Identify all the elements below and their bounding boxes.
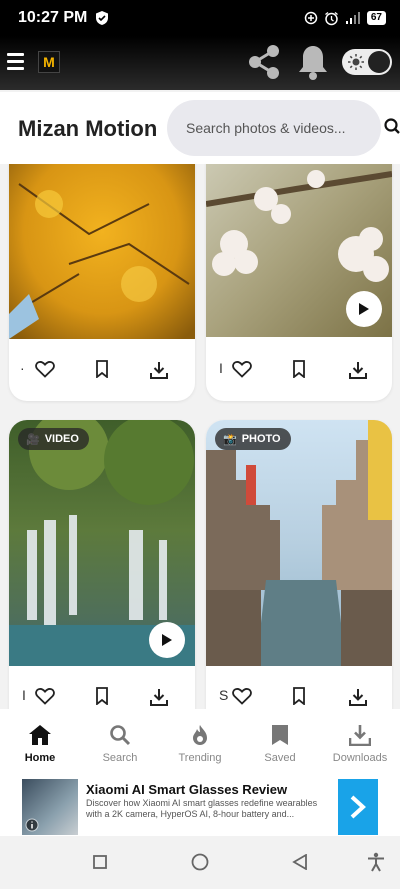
toggle-knob — [368, 51, 390, 73]
nav-label: Search — [102, 752, 138, 764]
nav-home[interactable]: Home — [0, 709, 80, 779]
nav-label: Home — [24, 752, 56, 764]
search-placeholder: Search photos & videos... — [186, 120, 346, 136]
photo-badge: 📸 PHOTO — [215, 428, 291, 450]
play-icon — [162, 634, 172, 646]
bookmark-icon[interactable] — [95, 360, 109, 378]
badge-label: VIDEO — [44, 433, 79, 445]
back-icon[interactable] — [292, 854, 308, 870]
card-caption: · — [20, 360, 25, 376]
system-navigation-bar — [0, 836, 400, 889]
media-feed[interactable]: · I 🎥 VIDEO I 📸 PHOTO S — [0, 164, 400, 709]
card-caption: S — [219, 687, 229, 703]
download-icon[interactable] — [149, 687, 169, 707]
shield-icon — [96, 11, 109, 25]
card-actions: I — [9, 666, 195, 709]
search-input[interactable]: Search photos & videos... — [167, 100, 381, 156]
theme-toggle[interactable] — [342, 49, 392, 75]
play-icon — [359, 303, 369, 315]
card-actions: · — [9, 339, 195, 401]
heart-icon[interactable] — [35, 687, 55, 705]
badge-label: PHOTO — [241, 433, 281, 445]
search-icon — [110, 725, 131, 746]
home-circle-icon[interactable] — [191, 853, 209, 871]
bookmark-icon[interactable] — [292, 360, 306, 378]
bookmark-icon[interactable] — [292, 687, 306, 705]
media-card[interactable]: I — [206, 164, 392, 401]
chevron-right-icon — [350, 795, 366, 819]
nav-trending[interactable]: Trending — [160, 709, 240, 779]
play-button[interactable] — [149, 622, 185, 658]
ad-title[interactable]: Xiaomi AI Smart Glasses Review — [86, 782, 287, 797]
autumn-leaves-image[interactable] — [9, 164, 195, 339]
nav-saved[interactable]: Saved — [240, 709, 320, 779]
nav-label: Downloads — [332, 752, 388, 764]
nav-downloads[interactable]: Downloads — [320, 709, 400, 779]
header: Mizan Motion Search photos & videos... — [0, 92, 400, 164]
bell-icon[interactable] — [296, 43, 330, 81]
download-icon[interactable] — [149, 360, 169, 380]
search-icon[interactable] — [384, 118, 400, 136]
media-card[interactable]: 📸 PHOTO S — [206, 420, 392, 709]
play-button[interactable] — [346, 291, 382, 327]
info-icon[interactable] — [25, 818, 39, 832]
accessibility-icon[interactable] — [367, 852, 385, 872]
bookmark-icon[interactable] — [95, 687, 109, 705]
nav-label: Trending — [178, 752, 222, 764]
battery-indicator: 67 — [366, 11, 386, 25]
home-icon — [29, 725, 51, 745]
download-icon — [349, 725, 371, 746]
download-icon[interactable] — [348, 687, 368, 707]
ad-banner[interactable]: Xiaomi AI Smart Glasses Review Discover … — [0, 779, 400, 836]
media-card[interactable]: · — [9, 164, 195, 401]
app-logo[interactable]: M — [38, 51, 60, 73]
ad-description: Discover how Xiaomi AI smart glasses red… — [86, 798, 318, 819]
bookmark-icon — [272, 725, 288, 745]
card-actions: I — [206, 339, 392, 401]
status-bar: 10:27 PM 67 — [0, 0, 400, 36]
app-title: Mizan Motion — [18, 116, 158, 141]
ad-thumbnail[interactable] — [22, 779, 78, 835]
status-time: 10:27 PM — [18, 9, 88, 26]
city-canal-image[interactable] — [206, 420, 392, 666]
menu-icon[interactable] — [7, 53, 24, 73]
data-saver-icon — [304, 11, 318, 25]
signal-icon — [345, 12, 360, 24]
heart-icon[interactable] — [232, 687, 252, 705]
alarm-icon — [324, 11, 338, 25]
top-app-bar: M — [0, 36, 400, 90]
card-caption: I — [22, 687, 26, 703]
bottom-navigation: Home Search Trending Saved Downloads — [0, 709, 400, 779]
card-caption: I — [219, 360, 223, 376]
heart-icon[interactable] — [35, 360, 55, 378]
video-badge: 🎥 VIDEO — [18, 428, 89, 450]
recents-icon[interactable] — [93, 855, 107, 869]
card-actions: S — [206, 666, 392, 709]
share-icon[interactable] — [244, 42, 284, 82]
camera-icon: 📸 — [223, 433, 237, 446]
nav-search[interactable]: Search — [80, 709, 160, 779]
nav-label: Saved — [264, 752, 296, 764]
sun-icon — [348, 54, 364, 70]
heart-icon[interactable] — [232, 360, 252, 378]
media-card[interactable]: 🎥 VIDEO I — [9, 420, 195, 709]
fire-icon — [193, 725, 207, 745]
ad-open-button[interactable] — [338, 779, 378, 835]
download-icon[interactable] — [348, 360, 368, 380]
video-camera-icon: 🎥 — [26, 433, 40, 446]
